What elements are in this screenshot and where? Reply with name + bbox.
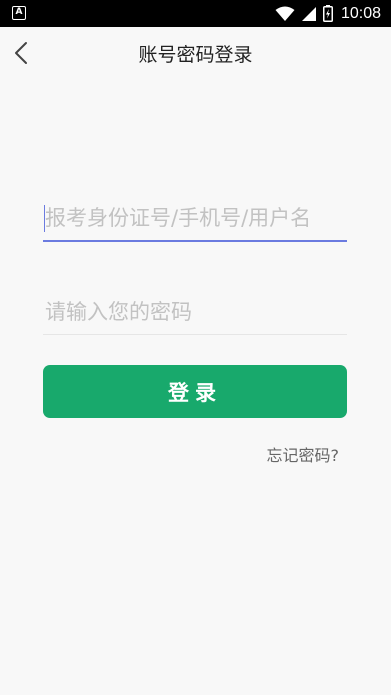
- nav-bar: 账号密码登录: [0, 27, 391, 83]
- cell-signal-icon: [301, 6, 317, 22]
- password-input[interactable]: [43, 289, 347, 334]
- login-button[interactable]: 登录: [43, 365, 347, 418]
- app-notification-icon: A: [12, 6, 26, 20]
- page-title: 账号密码登录: [138, 44, 253, 66]
- battery-icon: [322, 5, 333, 22]
- status-icons: 10:08: [275, 0, 381, 27]
- status-bar: A 10:08: [0, 0, 391, 27]
- username-field: [43, 196, 347, 242]
- username-input[interactable]: [43, 196, 347, 240]
- wifi-icon: [275, 6, 295, 22]
- text-cursor: [44, 205, 45, 232]
- password-field: [43, 289, 347, 335]
- status-time: 10:08: [340, 4, 381, 22]
- forgot-password-link[interactable]: 忘记密码?: [267, 442, 340, 466]
